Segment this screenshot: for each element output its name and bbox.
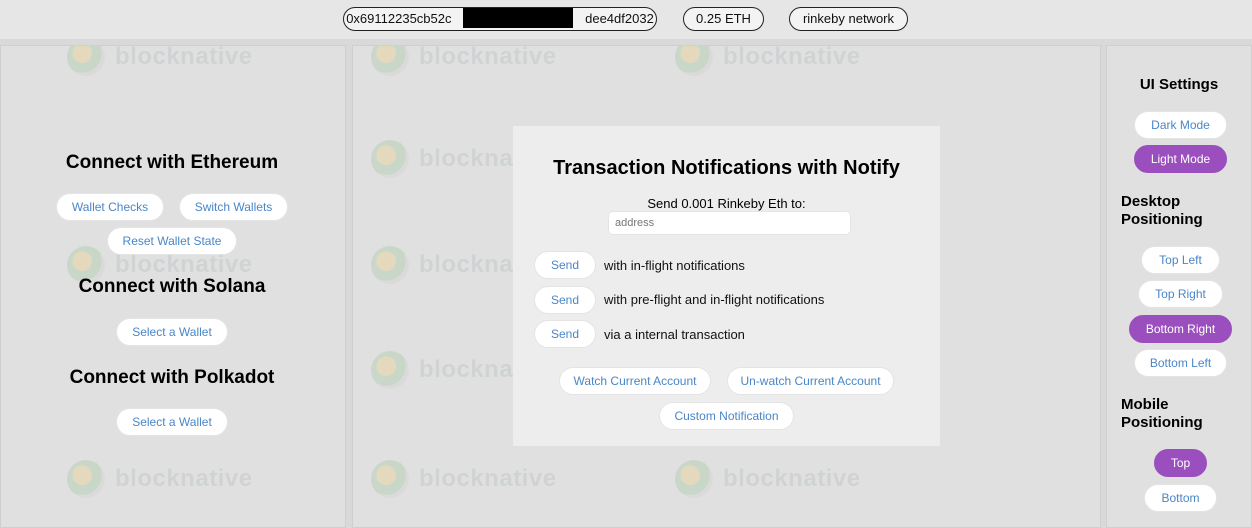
desktop-positioning-heading: Desktop Positioning [1121, 193, 1203, 228]
switch-wallets-button[interactable]: Switch Wallets [179, 193, 288, 221]
dark-mode-button[interactable]: Dark Mode [1134, 111, 1227, 139]
blocknative-logo-icon [675, 460, 713, 498]
send-preflight-label: with pre-flight and in-flight notificati… [604, 292, 825, 307]
bottom-left-button[interactable]: Bottom Left [1134, 349, 1227, 377]
blocknative-logo-icon [67, 460, 105, 498]
top-right-button[interactable]: Top Right [1138, 280, 1223, 308]
mobile-bottom-button[interactable]: Bottom [1144, 484, 1217, 512]
send-preflight-button[interactable]: Send [534, 286, 596, 314]
watermark-logo: blocknative [67, 460, 253, 498]
watermark-text: blocknative [723, 465, 861, 492]
unwatch-current-account-button[interactable]: Un-watch Current Account [727, 367, 894, 395]
address-redaction [463, 8, 573, 28]
blocknative-logo-icon [371, 351, 409, 389]
network-pill[interactable]: rinkeby network [789, 7, 908, 31]
mobile-positioning-heading: Mobile Positioning [1121, 396, 1203, 431]
custom-notification-button[interactable]: Custom Notification [659, 402, 794, 430]
send-internal-button[interactable]: Send [534, 320, 596, 348]
send-internal-label: via a internal transaction [604, 327, 745, 342]
solana-select-wallet-button[interactable]: Select a Wallet [116, 318, 228, 346]
blocknative-logo-icon [371, 46, 409, 76]
polkadot-select-wallet-button[interactable]: Select a Wallet [116, 408, 228, 436]
notify-title: Transaction Notifications with Notify [553, 157, 900, 179]
watermark-text: blocknative [723, 45, 861, 70]
wallet-checks-button[interactable]: Wallet Checks [56, 193, 164, 221]
top-left-button[interactable]: Top Left [1141, 246, 1220, 274]
watermark-logo: blocknative [371, 45, 557, 76]
blocknative-logo-icon [67, 46, 105, 76]
watermark-logo: blocknative [675, 45, 861, 76]
address-input[interactable] [608, 211, 851, 235]
send-instructions: Send 0.001 Rinkeby Eth to: [647, 196, 806, 211]
watermark-text: blocknative [419, 465, 557, 492]
reset-wallet-state-button[interactable]: Reset Wallet State [107, 227, 237, 255]
send-inflight-button[interactable]: Send [534, 251, 596, 279]
watermark-text: blocknative [419, 45, 557, 70]
solana-heading: Connect with Solana [78, 276, 266, 297]
watermark-text: blocknative [115, 45, 253, 70]
ethereum-heading: Connect with Ethereum [65, 152, 279, 173]
watermark-logo: blocknative [371, 460, 557, 498]
send-inflight-label: with in-flight notifications [604, 258, 745, 273]
blocknative-logo-icon [371, 140, 409, 178]
polkadot-heading: Connect with Polkadot [69, 367, 275, 388]
blocknative-logo-icon [371, 460, 409, 498]
blocknative-logo-icon [675, 46, 713, 76]
light-mode-button[interactable]: Light Mode [1134, 145, 1227, 173]
watermark-logo: blocknative [675, 460, 861, 498]
balance-pill[interactable]: 0.25 ETH [683, 7, 764, 31]
watermark-text: blocknative [115, 465, 253, 492]
ui-settings-panel: UI Settings Dark Mode Light Mode Desktop… [1106, 45, 1252, 528]
ui-settings-heading: UI Settings [1139, 76, 1219, 93]
bottom-right-button[interactable]: Bottom Right [1129, 315, 1232, 343]
watermark-logo: blocknative [67, 45, 253, 76]
mobile-top-button[interactable]: Top [1154, 449, 1207, 477]
account-bar: 0x69112235cb52c dee4df2032 0.25 ETH rink… [0, 0, 1252, 39]
blocknative-logo-icon [371, 246, 409, 284]
watermark-text: blocknative [115, 251, 253, 278]
watch-current-account-button[interactable]: Watch Current Account [559, 367, 711, 395]
notify-card: Transaction Notifications with Notify Se… [513, 126, 940, 446]
